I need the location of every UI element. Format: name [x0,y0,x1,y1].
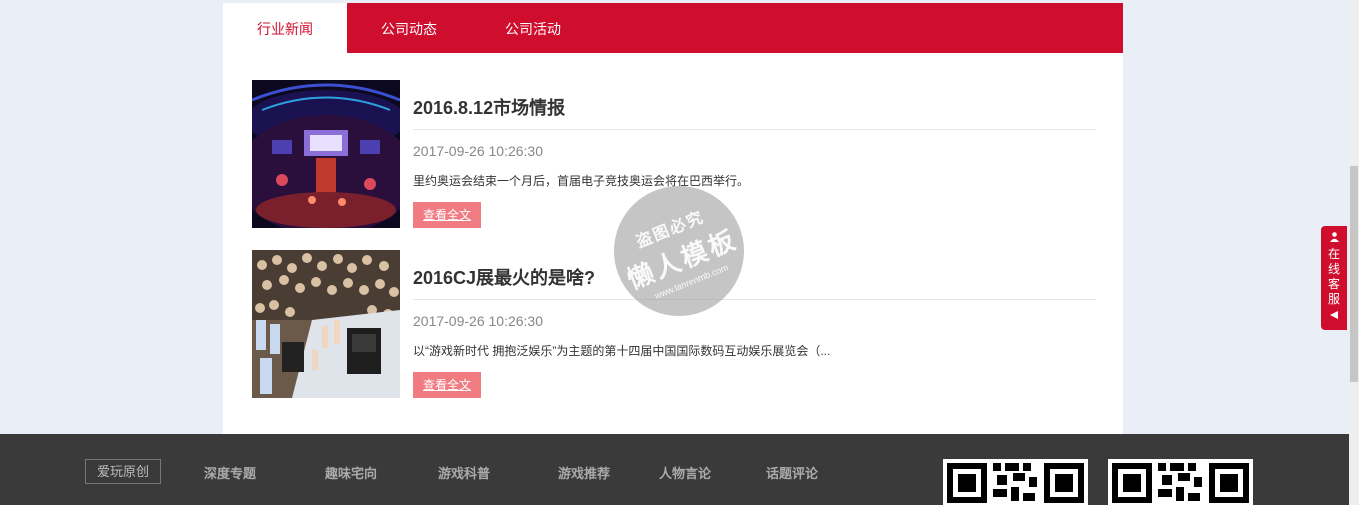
person-icon [1329,232,1339,245]
divider [413,299,1096,300]
news-summary: 里约奥运会结束一个月后，首届电子竞技奥运会将在巴西举行。 [413,174,750,188]
expo-crowd-image[interactable] [252,250,400,398]
collapse-arrow-icon [1329,310,1339,323]
qr-code-icon [943,459,1088,505]
footer-link[interactable]: 人物言论 [659,463,711,482]
read-more-button[interactable]: 查看全文 [413,202,481,228]
tab-company-events[interactable]: 公司活动 [471,3,595,53]
read-more-button[interactable]: 查看全文 [413,372,481,398]
online-service-label: 在线客服 [1328,247,1341,306]
online-service-tab[interactable]: 在线客服 [1321,226,1347,330]
divider [413,129,1096,130]
news-tabs: 行业新闻 公司动态 公司活动 [223,3,1123,53]
qr-code-icon [1108,459,1253,505]
footer-link[interactable]: 趣味宅向 [325,463,377,482]
news-title[interactable]: 2016CJ展最火的是啥? [413,264,595,290]
footer-link[interactable]: 游戏科普 [438,463,490,482]
footer: 爱玩原创 深度专题 趣味宅向 游戏科普 游戏推荐 人物言论 话题评论 [0,434,1349,505]
footer-origin-label[interactable]: 爱玩原创 [85,459,161,484]
tab-company-news[interactable]: 公司动态 [347,3,471,53]
page: 行业新闻 公司动态 公司活动 2016.8.12市场情报 2017-09-26 … [0,0,1359,505]
footer-link[interactable]: 深度专题 [204,463,256,482]
footer-link[interactable]: 话题评论 [766,463,818,482]
news-date: 2017-09-26 10:26:30 [413,313,543,329]
footer-link[interactable]: 游戏推荐 [558,463,610,482]
tab-industry-news[interactable]: 行业新闻 [223,3,347,53]
scrollbar-thumb[interactable] [1350,166,1358,382]
esports-arena-image[interactable] [252,80,400,228]
news-title[interactable]: 2016.8.12市场情报 [413,94,565,120]
news-date: 2017-09-26 10:26:30 [413,143,543,159]
news-summary: 以“游戏新时代 拥抱泛娱乐”为主题的第十四届中国国际数码互动娱乐展览会（... [413,344,831,358]
